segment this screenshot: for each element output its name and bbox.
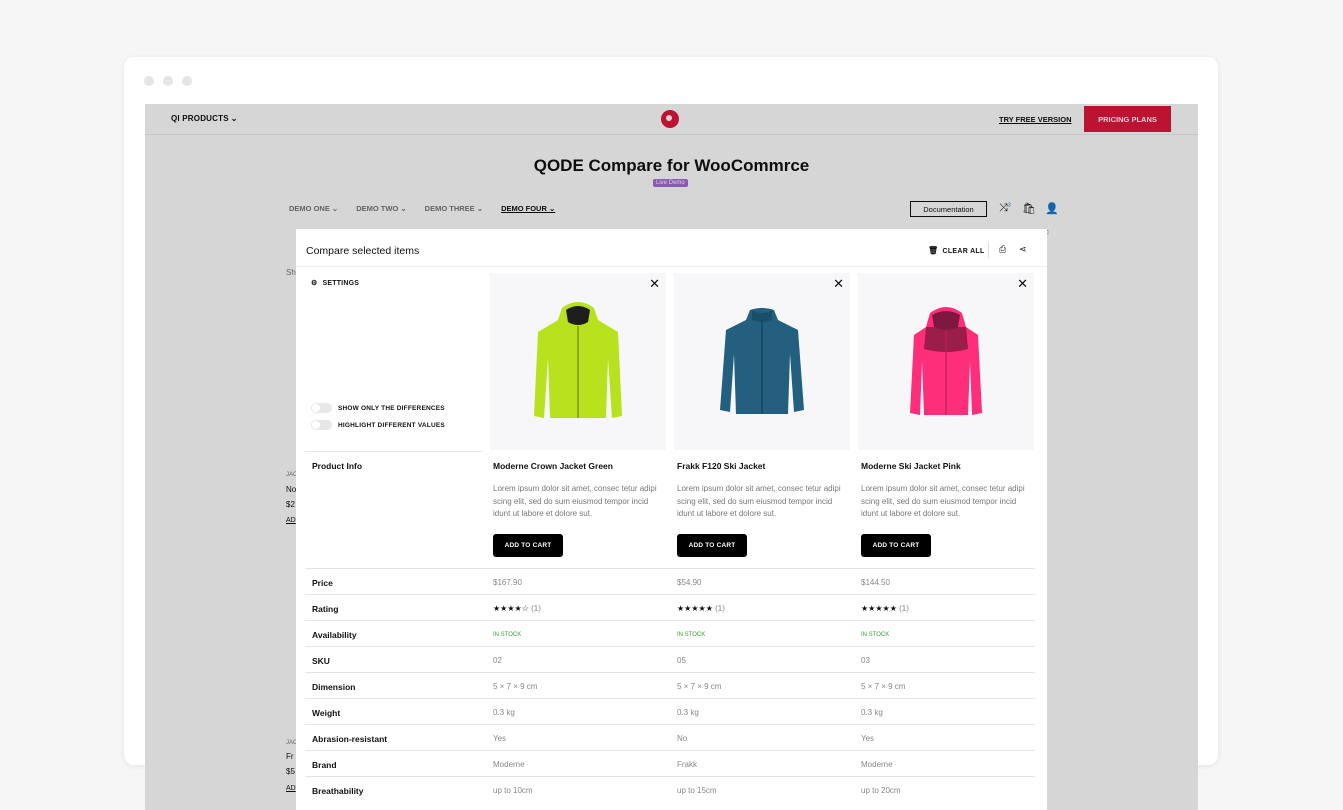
review-count: (1) (531, 604, 541, 613)
product-name[interactable]: Frakk F120 Ski Jacket (677, 461, 850, 471)
close-icon[interactable]: ✕ (649, 276, 660, 292)
add-to-cart-button[interactable]: ADD TO CART (861, 533, 931, 557)
sku-row: SKU 02 05 03 (305, 646, 1035, 672)
product-image[interactable]: ✕ (674, 273, 850, 450)
trash-icon: 🗑 (928, 246, 939, 255)
row-label: SKU (312, 656, 330, 666)
breathability-value: up to 15cm (677, 786, 717, 795)
product-name[interactable]: Moderne Ski Jacket Pink (861, 461, 1034, 471)
stars-icon: ★★★★☆ (493, 604, 529, 613)
product-name[interactable]: Moderne Crown Jacket Green (493, 461, 666, 471)
window-dot-icon[interactable] (144, 76, 154, 86)
row-label: Availability (312, 630, 357, 640)
abrasion-row: Abrasion-resistant Yes No Yes (305, 724, 1035, 750)
stars-icon: ★★★★★ (677, 604, 713, 613)
availability-row: Availability IN STOCK IN STOCK IN STOCK (305, 620, 1035, 646)
stock-status: IN STOCK (677, 632, 706, 638)
compare-modal: Compare selected items 🗑 CLEAR ALL ⎙ ⋖ ⚙ S… (296, 229, 1047, 810)
review-count: (1) (715, 604, 725, 613)
star-rating: ★★★★★ (1) (677, 604, 725, 613)
row-label: Weight (312, 708, 341, 718)
price-value: $144.50 (861, 578, 890, 587)
show-differences-toggle-row[interactable]: SHOW ONLY THE DIFFERENCES (311, 403, 445, 413)
dimension-value: 5 × 7 × 9 cm (493, 682, 538, 691)
row-label: Breathability (312, 786, 364, 796)
stock-status: IN STOCK (861, 632, 890, 638)
clear-all-button[interactable]: 🗑 CLEAR ALL (928, 246, 985, 255)
breathability-row: Breathability up to 10cm up to 15cm up t… (305, 776, 1035, 802)
product-column: ✕ Moderne Ski Jacket Pink Lorem ipsum do… (858, 273, 1034, 557)
jacket-icon (720, 307, 804, 414)
dimension-value: 5 × 7 × 9 cm (861, 682, 906, 691)
settings-text: SETTINGS (322, 279, 360, 287)
close-icon[interactable]: ✕ (833, 276, 844, 292)
modal-header: Compare selected items 🗑 CLEAR ALL ⎙ ⋖ (296, 229, 1047, 267)
product-info-label: Product Info (312, 461, 363, 471)
dimension-row: Dimension 5 × 7 × 9 cm 5 × 7 × 9 cm 5 × … (305, 672, 1035, 698)
dimension-value: 5 × 7 × 9 cm (677, 682, 722, 691)
brand-row: Brand Moderne Frakk Moderne (305, 750, 1035, 776)
row-label: Abrasion-resistant (312, 734, 388, 744)
breathability-value: up to 10cm (493, 786, 533, 795)
clear-all-label: CLEAR ALL (942, 248, 985, 255)
jacket-icon (534, 301, 622, 418)
stars-icon: ★★★★★ (861, 604, 897, 613)
share-icon[interactable]: ⋖ (1019, 244, 1027, 255)
window-dot-icon[interactable] (182, 76, 192, 86)
star-rating: ★★★★☆ (1) (493, 604, 541, 613)
brand-value: Moderne (861, 760, 893, 769)
jacket-icon (910, 306, 982, 415)
abrasion-value: Yes (493, 734, 507, 743)
brand-value: Moderne (493, 760, 525, 769)
product-description: Lorem ipsum dolor sit amet, consec tetur… (677, 484, 841, 518)
toggle-label: SHOW ONLY THE DIFFERENCES (338, 404, 445, 412)
window-controls (144, 76, 192, 86)
toggle-label: HIGHLIGHT DIFFERENT VALUES (338, 421, 445, 429)
product-description: Lorem ipsum dolor sit amet, consec tetur… (861, 484, 1025, 518)
add-to-cart-button[interactable]: ADD TO CART (493, 533, 563, 557)
star-rating: ★★★★★ (1) (861, 604, 909, 613)
breathability-value: up to 20cm (861, 786, 901, 795)
stock-status: IN STOCK (493, 632, 522, 638)
highlight-values-toggle[interactable] (311, 420, 332, 430)
product-column: ✕ Moderne Crown Jacket Green Lorem ipsum… (490, 273, 666, 557)
settings-label[interactable]: ⚙ SETTINGS (311, 279, 360, 288)
rating-row: Rating ★★★★☆ (1) ★★★★★ (1) ★★★★★ (1) (305, 594, 1035, 620)
product-image[interactable]: ✕ (490, 273, 666, 450)
row-label: Brand (312, 760, 337, 770)
sku-value: 03 (861, 656, 870, 665)
abrasion-value: Yes (861, 734, 875, 743)
print-icon[interactable]: ⎙ (999, 244, 1006, 255)
product-column: ✕ Frakk F120 Ski Jacket Lorem ipsum dolo… (674, 273, 850, 557)
product-image[interactable]: ✕ (858, 273, 1034, 450)
abrasion-value: No (677, 734, 688, 743)
weight-value: 0.3 kg (493, 708, 515, 717)
gear-icon: ⚙ (311, 280, 318, 287)
page-viewport: QI PRODUCTS ⌄ TRY FREE VERSION PRICING PL… (145, 104, 1198, 810)
weight-row: Weight 0.3 kg 0.3 kg 0.3 kg (305, 698, 1035, 724)
divider (305, 451, 482, 452)
highlight-values-toggle-row[interactable]: HIGHLIGHT DIFFERENT VALUES (311, 420, 445, 430)
price-row: Price $167.90 $54.90 $144.50 (305, 568, 1035, 594)
review-count: (1) (899, 604, 909, 613)
weight-value: 0.3 kg (861, 708, 883, 717)
sku-value: 02 (493, 656, 502, 665)
window-dot-icon[interactable] (163, 76, 173, 86)
row-label: Dimension (312, 682, 356, 692)
weight-value: 0.3 kg (677, 708, 699, 717)
show-differences-toggle[interactable] (311, 403, 332, 413)
add-to-cart-button[interactable]: ADD TO CART (677, 533, 747, 557)
sku-value: 05 (677, 656, 686, 665)
close-icon[interactable]: ✕ (1017, 276, 1028, 292)
product-description: Lorem ipsum dolor sit amet, consec tetur… (493, 484, 657, 518)
row-label: Price (312, 578, 333, 588)
modal-title: Compare selected items (306, 245, 420, 257)
divider (988, 242, 989, 258)
brand-value: Frakk (677, 760, 697, 769)
price-value: $54.90 (677, 578, 702, 587)
price-value: $167.90 (493, 578, 522, 587)
row-label: Rating (312, 604, 339, 614)
